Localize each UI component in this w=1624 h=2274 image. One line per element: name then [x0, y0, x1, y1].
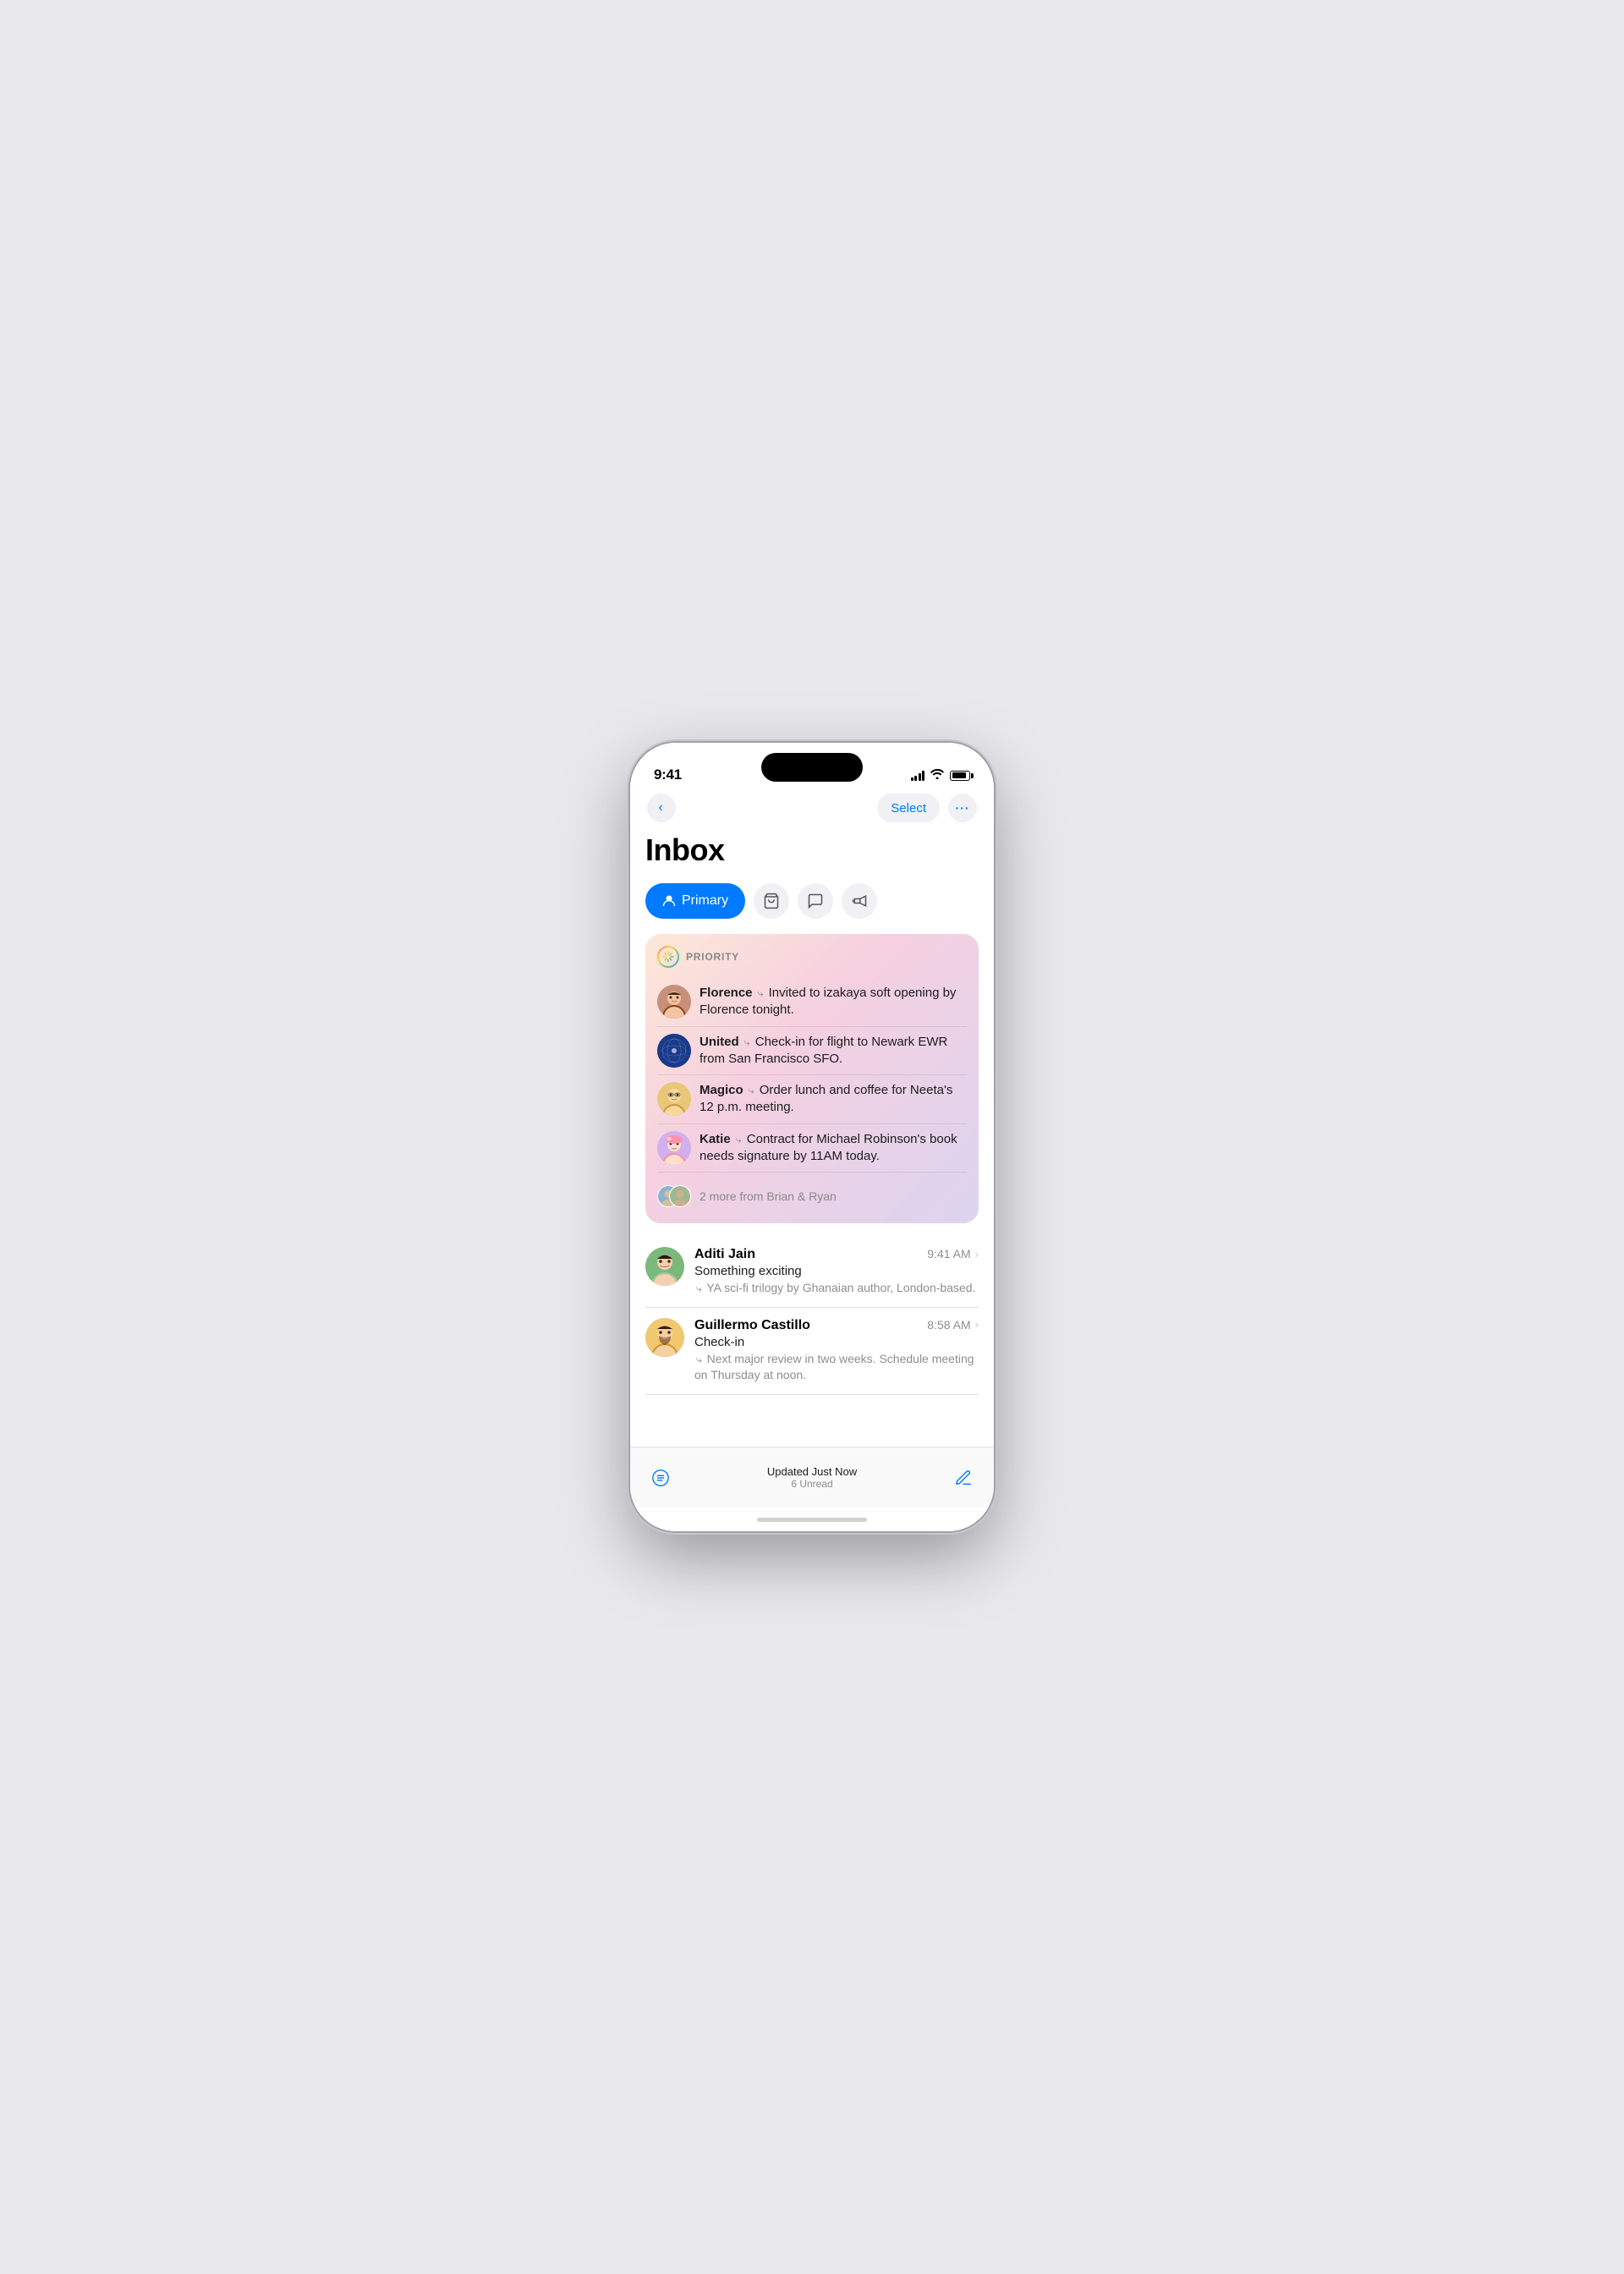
- priority-header: PRIORITY: [657, 946, 967, 968]
- bottom-status-sub: 6 Unread: [674, 1478, 950, 1490]
- bottom-bar: Updated Just Now 6 Unread: [630, 1447, 994, 1508]
- nav-bar: ‹ Select ···: [630, 790, 994, 832]
- tab-messages[interactable]: [798, 883, 833, 919]
- tab-shopping[interactable]: [754, 883, 789, 919]
- bottom-status-title: Updated Just Now: [674, 1465, 950, 1478]
- priority-section: PRIORITY: [645, 934, 979, 1223]
- email-sender-guillermo: Guillermo Castillo: [694, 1318, 810, 1333]
- more-dots-icon: ···: [956, 801, 970, 815]
- priority-item-text-katie: Katie ⤷ Contract for Michael Robinson's …: [700, 1131, 967, 1166]
- tab-promotions[interactable]: [842, 883, 877, 919]
- email-subject-guillermo: Check-in: [694, 1335, 979, 1349]
- cart-icon: [763, 893, 780, 909]
- home-bar: [757, 1518, 867, 1522]
- priority-sender-florence: Florence: [700, 986, 753, 1000]
- avatar-aditi: [645, 1247, 684, 1286]
- priority-label: PRIORITY: [686, 951, 739, 963]
- priority-sender-katie: Katie: [700, 1132, 731, 1146]
- avatar-united: [657, 1034, 691, 1068]
- nav-actions: Select ···: [877, 794, 977, 822]
- priority-item-text-florence: Florence ⤷ Invited to izakaya soft openi…: [700, 985, 967, 1019]
- email-preview-aditi: ⤷ YA sci-fi trilogy by Ghanaian author, …: [694, 1280, 979, 1297]
- megaphone-icon: [851, 893, 868, 909]
- email-header-aditi: Aditi Jain 9:41 AM ›: [694, 1247, 979, 1262]
- more-avatar-ryan: [669, 1185, 691, 1207]
- email-time-guillermo: 8:58 AM: [927, 1318, 970, 1332]
- priority-sender-united: United: [700, 1035, 739, 1049]
- filter-icon: [651, 1469, 670, 1487]
- email-subject-aditi: Something exciting: [694, 1264, 979, 1278]
- page-title: Inbox: [645, 832, 979, 868]
- signal-icon: [911, 771, 925, 781]
- bottom-status: Updated Just Now 6 Unread: [674, 1465, 950, 1490]
- category-tabs: Primary: [645, 883, 979, 919]
- select-button[interactable]: Select: [877, 794, 940, 822]
- status-time: 9:41: [654, 766, 682, 783]
- dynamic-island: [761, 753, 863, 782]
- priority-more-text: 2 more from Brian & Ryan: [700, 1189, 837, 1203]
- email-preview-guillermo: ⤷ Next major review in two weeks. Schedu…: [694, 1351, 979, 1384]
- wifi-icon: [930, 769, 944, 782]
- priority-item-florence[interactable]: Florence ⤷ Invited to izakaya soft openi…: [657, 978, 967, 1027]
- back-button[interactable]: ‹: [647, 794, 676, 822]
- content-area: Inbox Primary: [630, 832, 994, 1447]
- priority-item-text-magico: Magico ⤷ Order lunch and coffee for Neet…: [700, 1082, 967, 1117]
- email-time-aditi: 9:41 AM: [927, 1247, 970, 1261]
- priority-sender-magico: Magico: [700, 1083, 743, 1097]
- person-icon: [662, 894, 676, 908]
- compose-button[interactable]: [950, 1464, 977, 1491]
- priority-item-text-united: United ⤷ Check-in for flight to Newark E…: [700, 1034, 967, 1068]
- avatar-magico: [657, 1082, 691, 1116]
- avatar-katie: [657, 1131, 691, 1165]
- tab-primary[interactable]: Primary: [645, 883, 745, 919]
- chevron-right-icon-guillermo: ›: [975, 1318, 979, 1331]
- battery-icon: [950, 771, 970, 781]
- filter-button[interactable]: [647, 1464, 674, 1491]
- email-time-row-guillermo: 8:58 AM ›: [927, 1318, 979, 1332]
- back-arrow-icon: ‹: [658, 800, 662, 816]
- compose-icon: [954, 1469, 973, 1487]
- tab-primary-label: Primary: [682, 893, 728, 909]
- email-content-guillermo: Guillermo Castillo 8:58 AM › Check-in ⤷ …: [694, 1318, 979, 1384]
- status-icons: [911, 769, 971, 783]
- email-time-row-aditi: 9:41 AM ›: [927, 1247, 979, 1261]
- email-item-guillermo[interactable]: Guillermo Castillo 8:58 AM › Check-in ⤷ …: [645, 1308, 979, 1395]
- chevron-right-icon-aditi: ›: [975, 1248, 979, 1261]
- email-content-aditi: Aditi Jain 9:41 AM › Something exciting …: [694, 1247, 979, 1297]
- priority-icon: [657, 946, 679, 968]
- message-icon: [807, 893, 824, 909]
- priority-more-row[interactable]: 2 more from Brian & Ryan: [657, 1173, 967, 1213]
- phone-frame: 9:41: [630, 743, 994, 1531]
- avatar-guillermo: [645, 1318, 684, 1357]
- priority-item-united[interactable]: United ⤷ Check-in for flight to Newark E…: [657, 1027, 967, 1076]
- avatar-florence: [657, 985, 691, 1019]
- status-bar: 9:41: [630, 743, 994, 790]
- priority-item-katie[interactable]: Katie ⤷ Contract for Michael Robinson's …: [657, 1124, 967, 1173]
- email-sender-aditi: Aditi Jain: [694, 1247, 755, 1262]
- reply-icon-florence: ⤷: [758, 987, 764, 999]
- home-indicator: [630, 1508, 994, 1531]
- priority-item-magico[interactable]: Magico ⤷ Order lunch and coffee for Neet…: [657, 1075, 967, 1124]
- more-button[interactable]: ···: [948, 794, 977, 822]
- more-avatars: [657, 1179, 691, 1213]
- phone-screen: 9:41: [630, 743, 994, 1531]
- email-header-guillermo: Guillermo Castillo 8:58 AM ›: [694, 1318, 979, 1333]
- email-item-aditi[interactable]: Aditi Jain 9:41 AM › Something exciting …: [645, 1237, 979, 1308]
